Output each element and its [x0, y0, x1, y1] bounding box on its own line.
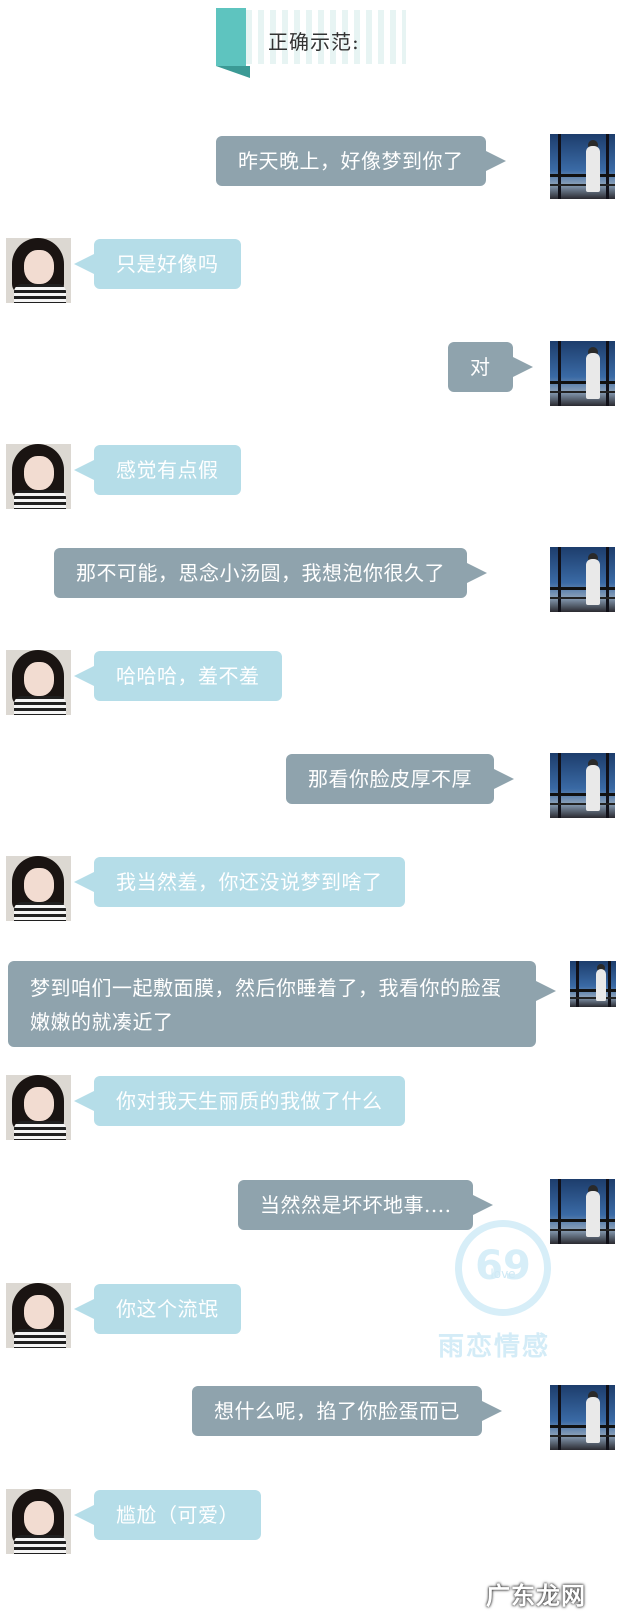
message-bubble-incoming: 你这个流氓 [74, 1284, 241, 1334]
sender-avatar[interactable] [550, 753, 615, 818]
receiver-avatar[interactable] [6, 1075, 71, 1140]
message-bubble-incoming: 尴尬（可爱） [74, 1490, 261, 1540]
receiver-avatar[interactable] [6, 650, 71, 715]
sender-avatar[interactable] [550, 1179, 615, 1244]
banner-fold-decoration [216, 66, 250, 78]
message-bubble-incoming: 只是好像吗 [74, 239, 241, 289]
receiver-avatar[interactable] [6, 1283, 71, 1348]
message-bubble-outgoing: 昨天晚上，好像梦到你了 [216, 136, 505, 186]
message-bubble-incoming: 你对我天生丽质的我做了什么 [74, 1076, 405, 1126]
receiver-avatar[interactable] [6, 444, 71, 509]
message-bubble-outgoing: 当然然是坏坏地事.... [238, 1180, 494, 1230]
watermark-logo-number: 69 [475, 1243, 531, 1289]
message-bubble-incoming: 感觉有点假 [74, 445, 241, 495]
receiver-avatar[interactable] [6, 238, 71, 303]
message-bubble-outgoing: 梦到咱们一起敷面膜，然后你睡着了，我看你的脸蛋嫩嫩的就凑近了 [8, 961, 556, 1047]
sender-avatar[interactable] [550, 341, 615, 406]
banner-title: 正确示范: [268, 30, 360, 54]
section-header-banner: 正确示范: [216, 8, 406, 78]
watermark-logo-word: love [490, 1267, 516, 1281]
watermark-logo: 69 love [455, 1220, 551, 1316]
receiver-avatar[interactable] [6, 856, 71, 921]
message-bubble-outgoing: 对 [448, 342, 532, 392]
receiver-avatar[interactable] [6, 1489, 71, 1554]
sender-avatar[interactable] [550, 1385, 615, 1450]
message-bubble-outgoing: 想什么呢，掐了你脸蛋而已 [192, 1386, 502, 1436]
sender-avatar[interactable] [570, 961, 616, 1007]
corner-watermark: 广东龙网 [486, 1582, 586, 1610]
sender-avatar[interactable] [550, 134, 615, 199]
message-bubble-outgoing: 那不可能，思念小汤圆，我想泡你很久了 [54, 548, 487, 598]
message-bubble-incoming: 哈哈哈，羞不羞 [74, 651, 282, 701]
sender-avatar[interactable] [550, 547, 615, 612]
message-bubble-outgoing: 那看你脸皮厚不厚 [286, 754, 514, 804]
message-bubble-incoming: 我当然羞，你还没说梦到啥了 [74, 857, 405, 907]
banner-tab-decoration [216, 8, 246, 66]
watermark-text: 雨恋情感 [438, 1332, 551, 1362]
